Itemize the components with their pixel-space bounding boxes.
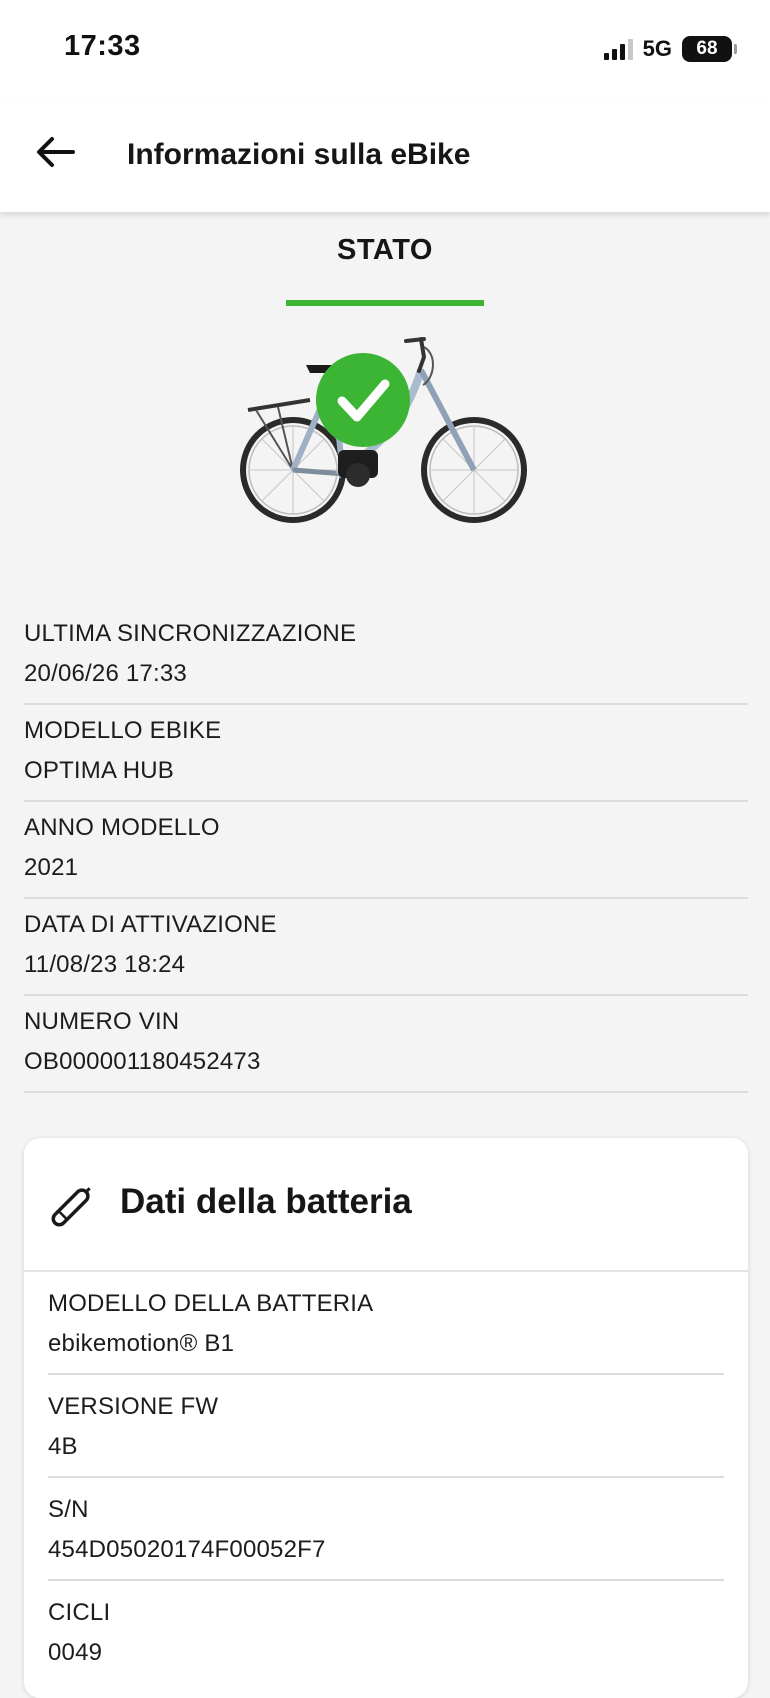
battery-info-list: MODELLO DELLA BATTERIA ebikemotion® B1 V… — [48, 1272, 724, 1682]
info-row-vin: NUMERO VIN OB000001180452473 — [24, 996, 748, 1093]
network-type: 5G — [642, 36, 672, 61]
info-label: NUMERO VIN — [24, 1008, 180, 1035]
info-value: ebikemotion® B1 — [48, 1330, 235, 1357]
info-value: 2021 — [24, 854, 79, 881]
battery-icon: 68 — [682, 36, 737, 62]
battery-row-fw-version: VERSIONE FW 4B — [48, 1375, 724, 1478]
info-label: VERSIONE FW — [48, 1393, 219, 1420]
info-label: ULTIMA SINCRONIZZAZIONE — [24, 620, 357, 647]
battery-tube-icon — [51, 1187, 91, 1227]
info-row-last-sync: ULTIMA SINCRONIZZAZIONE 20/06/26 17:33 — [24, 608, 748, 705]
info-value: 11/08/23 18:24 — [24, 951, 186, 978]
back-button[interactable] — [32, 128, 80, 176]
info-label: CICLI — [48, 1599, 111, 1626]
battery-data-card: Dati della batteria MODELLO DELLA BATTER… — [24, 1138, 748, 1698]
info-row-activation-date: DATA DI ATTIVAZIONE 11/08/23 18:24 — [24, 899, 748, 996]
battery-card-header: Dati della batteria — [24, 1138, 748, 1272]
info-label: DATA DI ATTIVAZIONE — [24, 911, 277, 938]
battery-row-serial: S/N 454D05020174F00052F7 — [48, 1478, 724, 1581]
info-value: 20/06/26 17:33 — [24, 660, 187, 687]
info-value: 0049 — [48, 1639, 103, 1666]
info-label: MODELLO EBIKE — [24, 717, 222, 744]
battery-card-title: Dati della batteria — [120, 1182, 412, 1221]
info-row-model-year: ANNO MODELLO 2021 — [24, 802, 748, 899]
app-bar: Informazioni sulla eBike — [0, 100, 770, 212]
info-value: OPTIMA HUB — [24, 757, 175, 784]
battery-level: 68 — [696, 38, 718, 59]
info-value: 4B — [48, 1433, 78, 1460]
info-row-model: MODELLO EBIKE OPTIMA HUB — [24, 705, 748, 802]
arrow-left-icon — [37, 137, 75, 167]
battery-row-model: MODELLO DELLA BATTERIA ebikemotion® B1 — [48, 1272, 724, 1375]
status-bar: 17:33 5G 68 — [0, 0, 770, 100]
tab-stato[interactable]: STATO — [285, 212, 485, 306]
info-label: MODELLO DELLA BATTERIA — [48, 1290, 374, 1317]
info-label: ANNO MODELLO — [24, 814, 220, 841]
ebike-info-list: ULTIMA SINCRONIZZAZIONE 20/06/26 17:33 M… — [24, 608, 748, 1093]
info-value: 454D05020174F00052F7 — [48, 1536, 326, 1563]
bicycle-icon — [240, 337, 527, 523]
status-indicators: 5G 68 — [603, 36, 737, 62]
tab-label: STATO — [337, 234, 433, 266]
tab-active-indicator — [286, 300, 484, 306]
cellular-signal-icon — [603, 38, 633, 60]
info-value: OB000001180452473 — [24, 1048, 261, 1075]
ebike-status-image — [238, 335, 538, 535]
page-title: Informazioni sulla eBike — [127, 138, 471, 171]
info-label: S/N — [48, 1496, 89, 1523]
status-time: 17:33 — [64, 30, 141, 62]
